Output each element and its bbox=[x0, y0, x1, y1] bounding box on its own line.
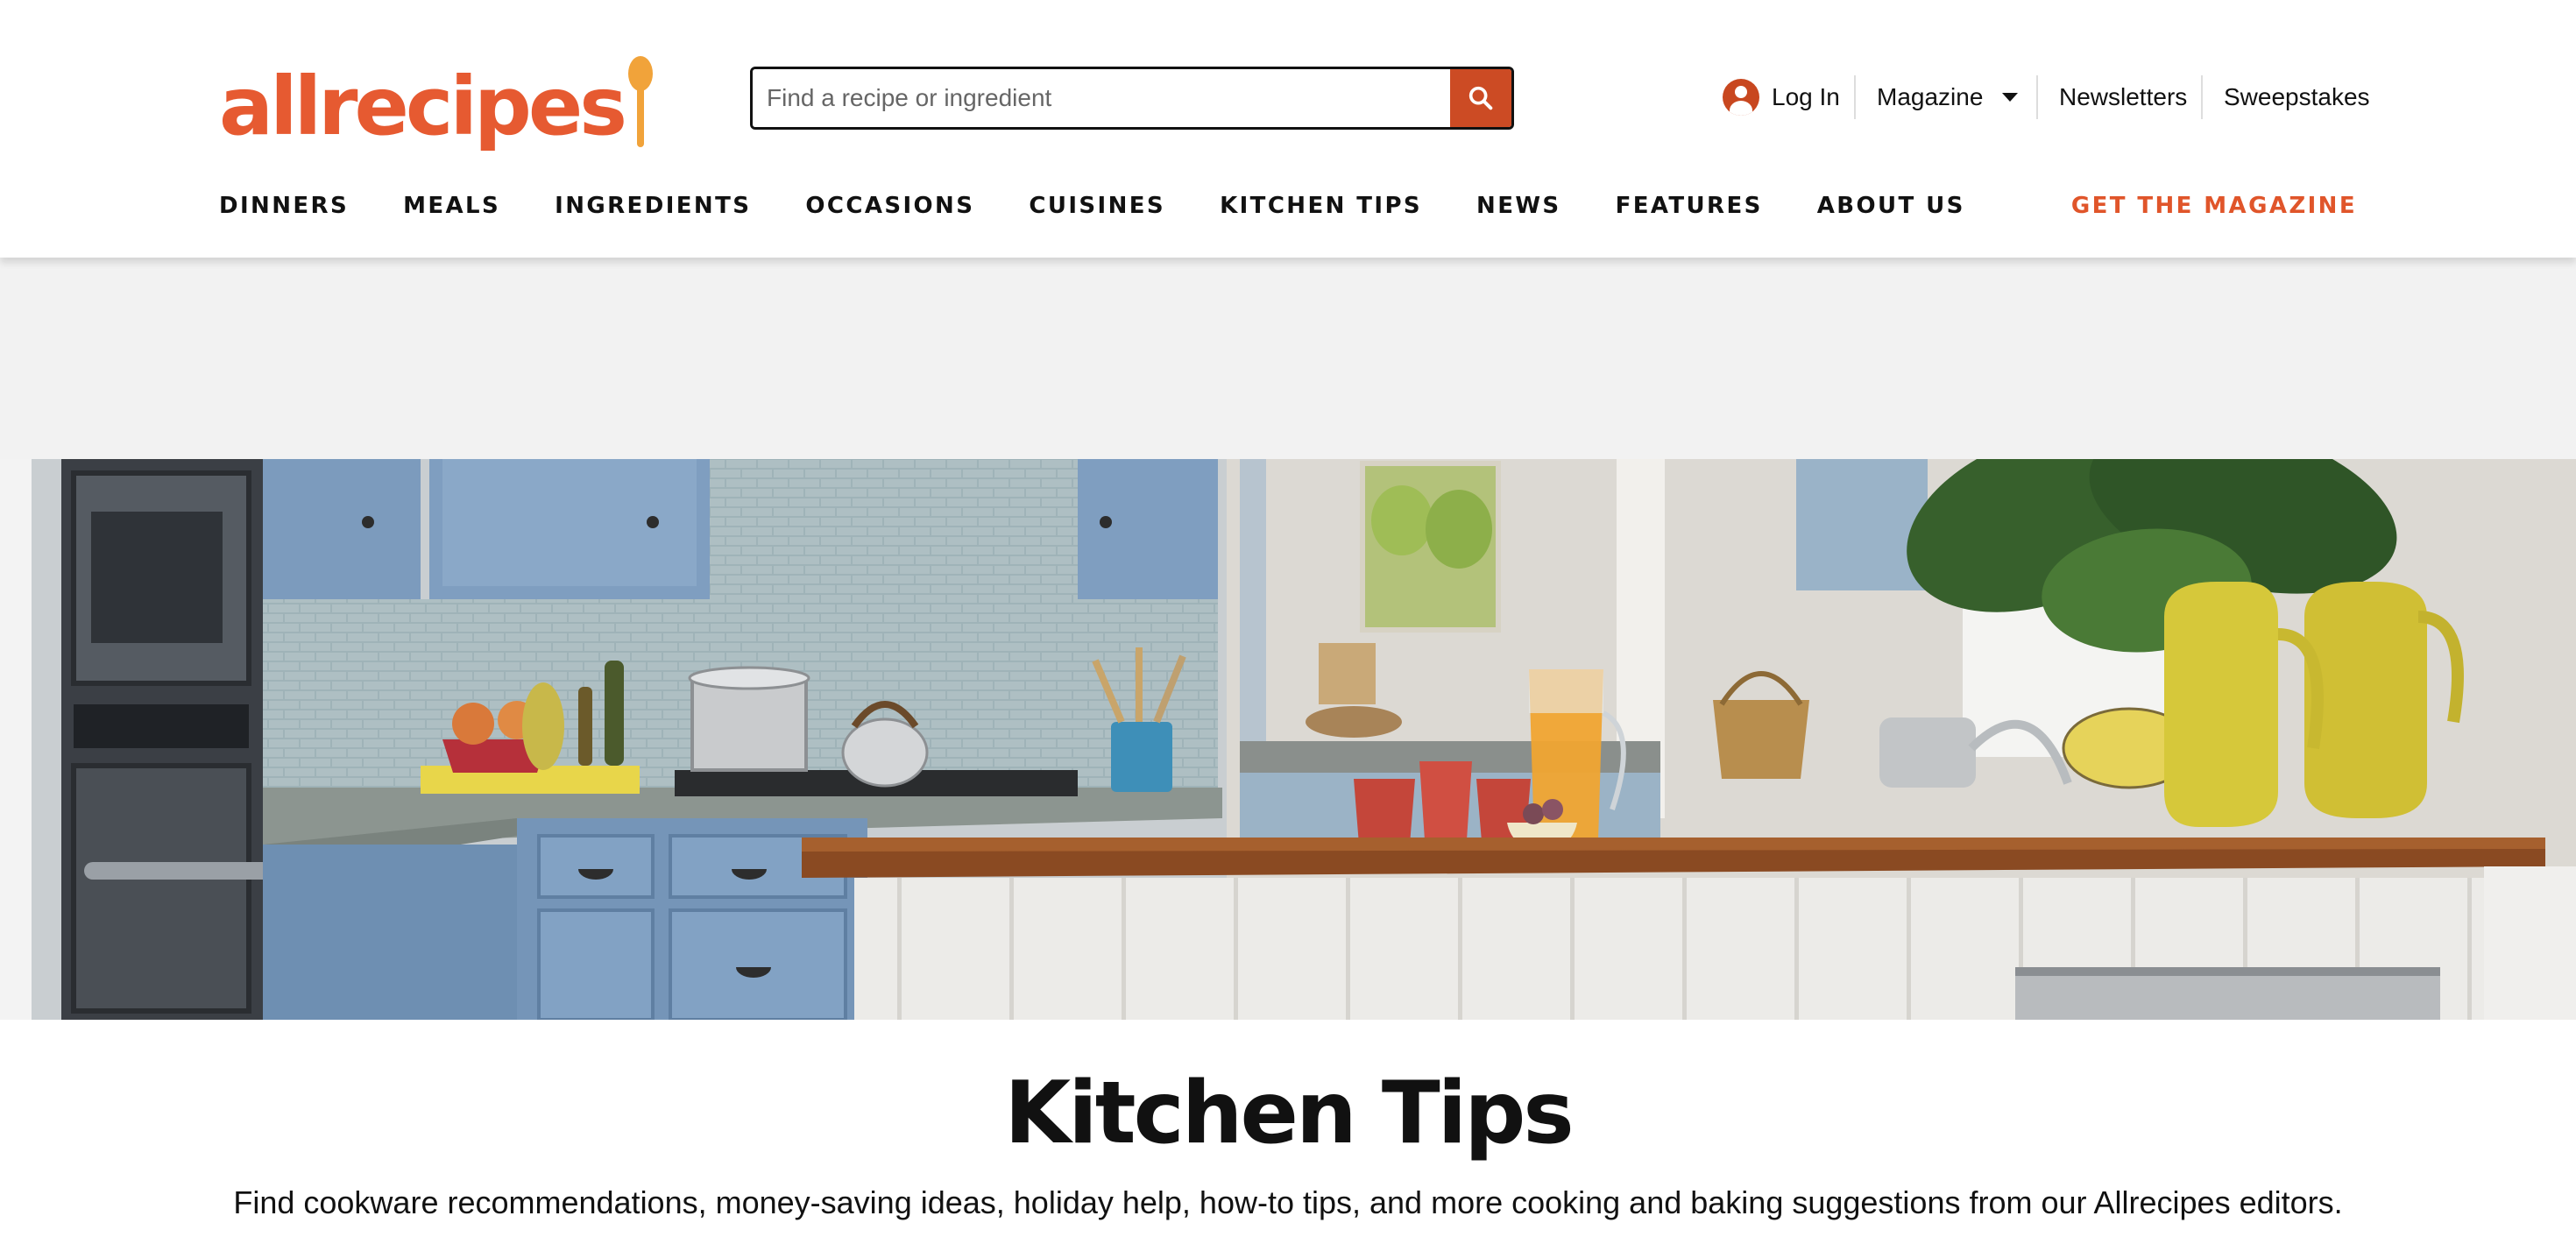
search-icon bbox=[1468, 86, 1493, 110]
site-logo[interactable]: allrecipes bbox=[219, 51, 654, 147]
sweepstakes-link[interactable]: Sweepstakes bbox=[2224, 70, 2370, 124]
logo-wordmark: allrecipes bbox=[219, 60, 627, 153]
page-description: Find cookware recommendations, money-sav… bbox=[233, 1184, 2343, 1220]
main-nav: DINNERS MEALS INGREDIENTS OCCASIONS CUIS… bbox=[219, 193, 2020, 219]
login-label: Log In bbox=[1772, 83, 1840, 110]
login-link[interactable]: Log In bbox=[1723, 70, 1840, 124]
get-the-magazine-link[interactable]: GET THE MAGAZINE bbox=[2071, 193, 2357, 219]
search-input[interactable] bbox=[753, 69, 1450, 127]
search-bar bbox=[750, 67, 1514, 130]
kitchen-illustration bbox=[0, 459, 2576, 1020]
caret-down-icon bbox=[2002, 93, 2019, 102]
newsletters-label: Newsletters bbox=[2059, 83, 2188, 110]
search-button[interactable] bbox=[1450, 69, 1511, 127]
page-title: Kitchen Tips bbox=[1004, 1064, 1575, 1163]
nav-item-kitchen-tips[interactable]: KITCHEN TIPS bbox=[1220, 193, 1422, 219]
spoon-icon bbox=[627, 56, 654, 147]
divider bbox=[2201, 75, 2203, 119]
magazine-label: Magazine bbox=[1877, 83, 1984, 110]
nav-item-cuisines[interactable]: CUISINES bbox=[1029, 193, 1165, 219]
nav-item-occasions[interactable]: OCCASIONS bbox=[805, 193, 974, 219]
magazine-dropdown[interactable]: Magazine bbox=[1877, 70, 2019, 124]
nav-item-dinners[interactable]: DINNERS bbox=[219, 193, 349, 219]
nav-item-features[interactable]: FEATURES bbox=[1616, 193, 1763, 219]
ad-placeholder bbox=[0, 258, 2576, 459]
hero-image bbox=[0, 459, 2576, 1020]
nav-item-meals[interactable]: MEALS bbox=[403, 193, 500, 219]
divider bbox=[2036, 75, 2038, 119]
nav-item-about-us[interactable]: ABOUT US bbox=[1817, 193, 1965, 219]
user-avatar-icon bbox=[1723, 79, 1759, 116]
nav-item-ingredients[interactable]: INGREDIENTS bbox=[555, 193, 751, 219]
newsletters-link[interactable]: Newsletters bbox=[2059, 70, 2187, 124]
sweepstakes-label: Sweepstakes bbox=[2224, 83, 2370, 110]
divider bbox=[1854, 75, 1856, 119]
nav-item-news[interactable]: NEWS bbox=[1476, 193, 1561, 219]
site-header: allrecipes Log In Magazine Newsletters S… bbox=[0, 0, 2576, 258]
